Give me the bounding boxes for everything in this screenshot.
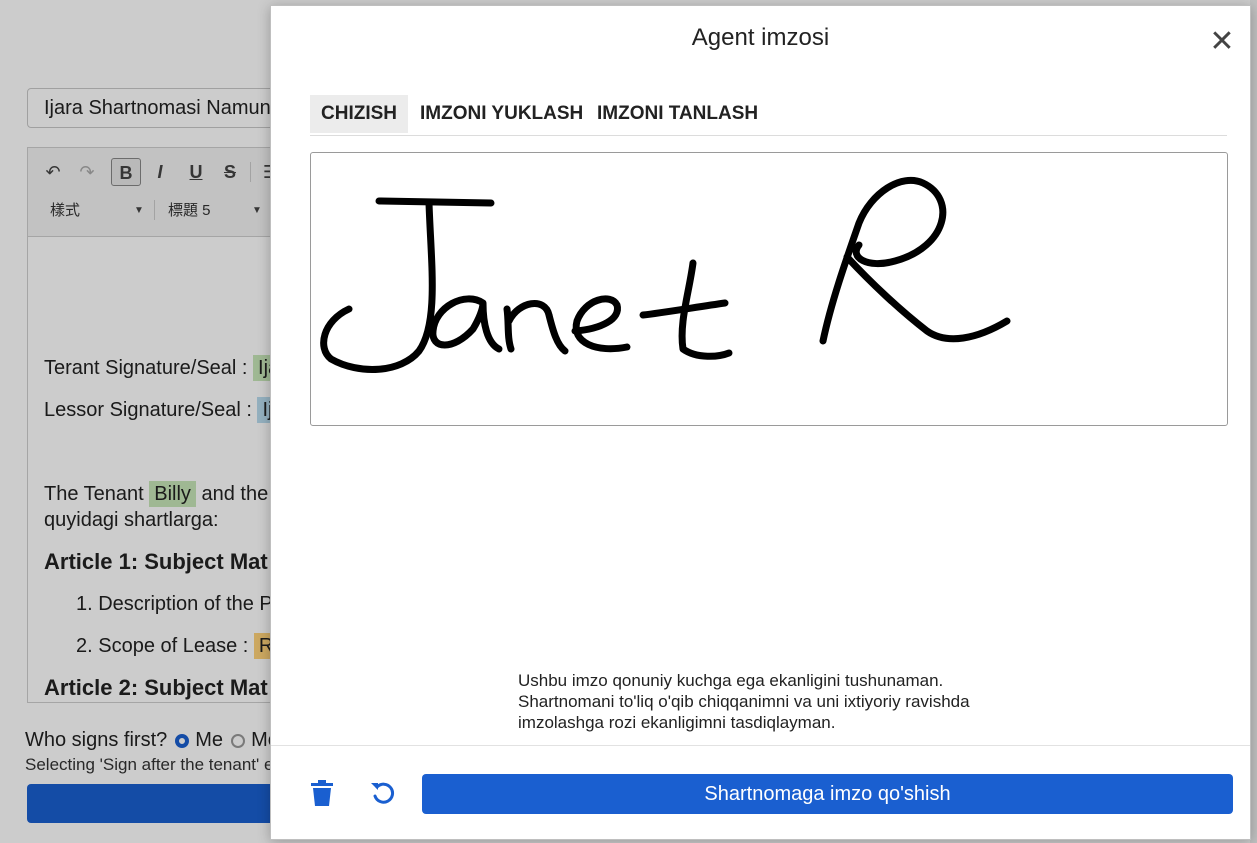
- tab-choose-signature[interactable]: IMZONI TANLASH: [586, 95, 769, 133]
- signature-modal: Agent imzosi ✕ CHIZISH IMZONI YUKLASH IM…: [270, 5, 1251, 840]
- tab-upload-signature[interactable]: IMZONI YUKLASH: [409, 95, 594, 133]
- undo-icon[interactable]: [370, 779, 398, 809]
- legal-consent-text: Ushbu imzo qonuniy kuchga ega ekanligini…: [518, 671, 970, 732]
- signature-canvas[interactable]: [310, 152, 1228, 426]
- trash-icon[interactable]: [308, 779, 336, 809]
- signature-tabs: CHIZISH IMZONI YUKLASH IMZONI TANLASH: [310, 95, 1227, 136]
- footer-divider: [271, 745, 1250, 746]
- add-signature-button[interactable]: Shartnomaga imzo qo'shish: [422, 774, 1233, 814]
- close-icon[interactable]: ✕: [1208, 27, 1236, 57]
- tab-draw[interactable]: CHIZISH: [310, 95, 408, 133]
- drawn-signature: [320, 176, 1011, 373]
- modal-title: Agent imzosi: [691, 24, 830, 51]
